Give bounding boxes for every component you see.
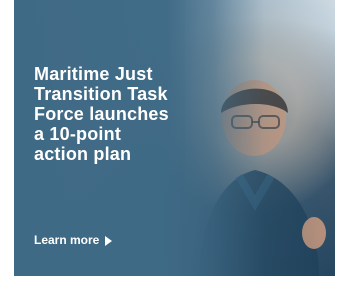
learn-more-link[interactable]: Learn more bbox=[34, 233, 113, 247]
promo-headline: Maritime Just Transition Task Force laun… bbox=[34, 64, 169, 164]
learn-more-label: Learn more bbox=[34, 233, 100, 247]
chevron-right-icon bbox=[105, 236, 113, 246]
promo-content: Maritime Just Transition Task Force laun… bbox=[34, 64, 219, 164]
promo-banner[interactable]: Maritime Just Transition Task Force laun… bbox=[14, 0, 335, 276]
